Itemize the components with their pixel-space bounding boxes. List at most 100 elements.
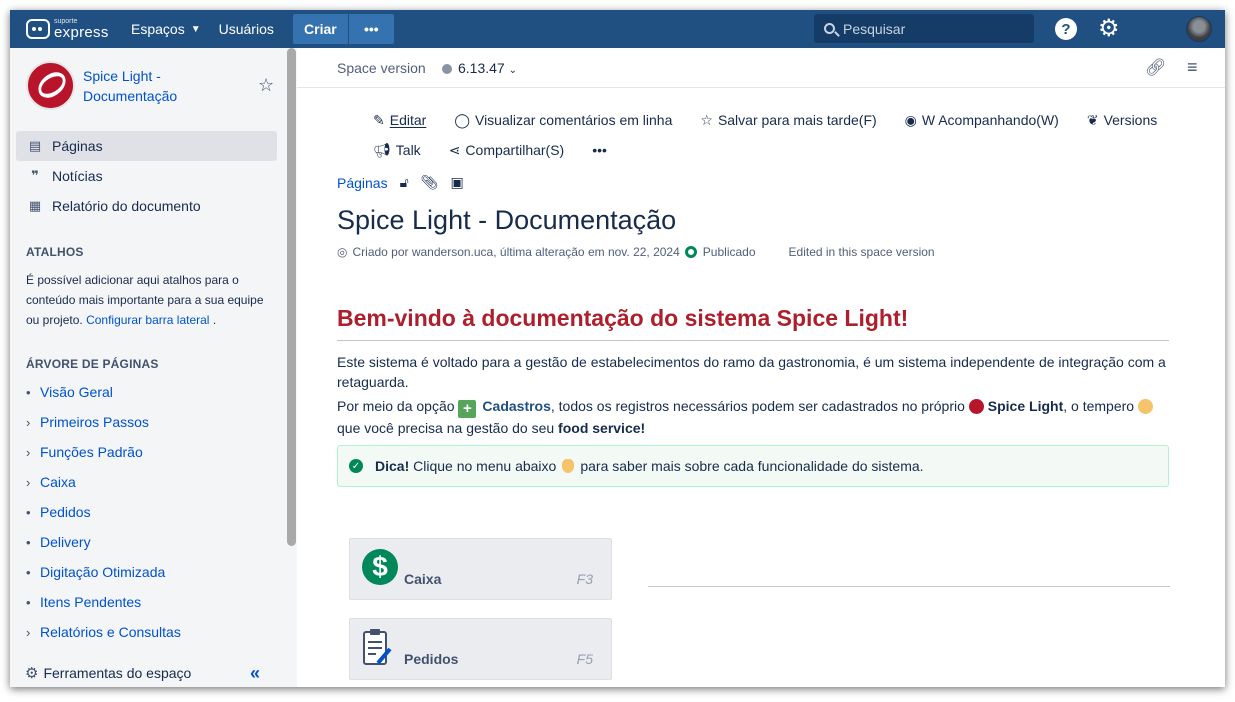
sidebar-item-pages[interactable]: ▤ Páginas bbox=[16, 131, 277, 161]
eye-icon: ◎ bbox=[337, 245, 348, 259]
more-actions-button[interactable]: ••• bbox=[592, 142, 607, 158]
gear-icon: ⚙ bbox=[25, 665, 39, 682]
create-more-button[interactable]: ••• bbox=[348, 14, 394, 44]
tree-item[interactable]: • Visão Geral bbox=[26, 377, 281, 407]
comment-icon: ◯ bbox=[454, 111, 470, 128]
search-icon bbox=[824, 23, 835, 34]
export-icon[interactable]: ▣ bbox=[450, 174, 463, 191]
report-icon: ▦ bbox=[28, 198, 42, 213]
page-metadata: ◎ Criado por wanderson.uca, última alter… bbox=[337, 245, 935, 259]
check-icon: ✓ bbox=[349, 459, 363, 473]
page-tree-title: ÁRVORE DE PÁGINAS bbox=[26, 357, 159, 371]
pointing-hand-icon bbox=[562, 459, 575, 473]
tree-item[interactable]: • Pedidos bbox=[26, 497, 281, 527]
sidebar-item-news[interactable]: ❞ Notícias bbox=[16, 161, 277, 191]
edited-version-text: Edited in this space version bbox=[788, 245, 935, 259]
save-later-button[interactable]: ☆ Salvar para mais tarde(F) bbox=[700, 112, 876, 129]
published-status-icon bbox=[684, 246, 697, 258]
dollar-icon: $ bbox=[362, 549, 398, 585]
unlock-icon[interactable]: 🔓︎ bbox=[400, 174, 409, 191]
chevron-right-icon[interactable]: › bbox=[26, 625, 40, 640]
created-by-text: Criado por wanderson.uca, última alteraç… bbox=[352, 245, 680, 259]
users-link[interactable]: Usuários bbox=[210, 10, 283, 48]
bullet-icon: • bbox=[26, 594, 31, 610]
logo-icon bbox=[26, 19, 50, 39]
published-status: Publicado bbox=[702, 245, 756, 259]
chevron-right-icon[interactable]: › bbox=[26, 445, 40, 460]
gear-icon[interactable]: ⚙ bbox=[1098, 15, 1120, 43]
welcome-heading: Bem-vindo à documentação do sistema Spic… bbox=[337, 305, 909, 331]
shortcuts-text: É possível adicionar aqui atalhos para o… bbox=[26, 273, 264, 327]
tree-item[interactable]: • Digitação Otimizada bbox=[26, 557, 281, 587]
share-icon: ⋖ bbox=[448, 141, 461, 158]
menu-icon[interactable]: ≡ bbox=[1187, 57, 1198, 78]
configure-sidebar-link[interactable]: Configurar barra lateral bbox=[86, 313, 209, 327]
smile-emoji-icon bbox=[1138, 399, 1154, 414]
caixa-card[interactable]: $ Caixa F3 bbox=[349, 538, 612, 600]
spice-logo-icon bbox=[968, 399, 984, 414]
sidebar-item-report[interactable]: ▦ Relatório do documento bbox=[16, 191, 277, 221]
version-selector[interactable]: 6.13.47 ⌄ bbox=[458, 60, 517, 76]
space-tools[interactable]: ⚙ Ferramentas do espaço « bbox=[10, 659, 297, 687]
bullet-icon: • bbox=[26, 384, 31, 400]
watching-button[interactable]: ◉ W Acompanhando(W) bbox=[905, 112, 1059, 129]
versions-button[interactable]: ❦ Versions bbox=[1087, 112, 1157, 129]
breadcrumb-pages-link[interactable]: Páginas bbox=[337, 175, 388, 191]
attachment-icon[interactable]: 📎︎ bbox=[421, 174, 439, 191]
star-icon[interactable]: ☆ bbox=[258, 75, 274, 96]
sidebar-scrollbar[interactable] bbox=[287, 48, 296, 546]
pencil-icon: ✎ bbox=[373, 111, 385, 128]
breadcrumb: Páginas 🔓︎ 📎︎ ▣ bbox=[337, 174, 476, 191]
divider bbox=[648, 586, 1170, 587]
eye-icon: ◉ bbox=[904, 111, 917, 128]
cadastros-paragraph: Por meio da opção + Cadastros, todos os r… bbox=[337, 396, 1177, 438]
talk-button[interactable]: 📢︎ Talk bbox=[373, 142, 421, 159]
tip-panel: ✓ Dica! Clique no menu abaixo para saber … bbox=[337, 445, 1169, 487]
divider bbox=[337, 340, 1169, 341]
sidebar: Spice Light - Documentação ☆ ▤ Páginas ❞… bbox=[10, 48, 297, 687]
space-name-link[interactable]: Spice Light - Documentação bbox=[83, 66, 203, 106]
page-tree: • Visão Geral › Primeiros Passos › Funções … bbox=[26, 377, 281, 647]
spaces-menu[interactable]: Espaços ▼ bbox=[122, 10, 210, 48]
tree-item[interactable]: › Funções Padrão bbox=[26, 437, 281, 467]
cadastros-link[interactable]: Cadastros bbox=[482, 398, 550, 414]
page-icon: ▤ bbox=[28, 138, 42, 153]
inline-comments-button[interactable]: ◯ Visualizar comentários em linha bbox=[454, 112, 672, 129]
bullet-icon: • bbox=[26, 504, 31, 520]
star-icon: ☆ bbox=[700, 111, 713, 128]
app-window: suporte express Espaços ▼ Usuários Criar… bbox=[10, 10, 1225, 687]
space-header: Spice Light - Documentação ☆ bbox=[26, 61, 276, 113]
logo-small-text: suporte bbox=[54, 18, 78, 25]
create-button[interactable]: Criar bbox=[292, 14, 348, 44]
tree-item[interactable]: › Primeiros Passos bbox=[26, 407, 281, 437]
space-logo-icon[interactable] bbox=[26, 61, 75, 110]
edit-button[interactable]: ✎ Editar bbox=[373, 112, 426, 129]
version-status-icon bbox=[442, 64, 452, 74]
top-navigation: suporte express Espaços ▼ Usuários Criar… bbox=[10, 10, 1225, 48]
tree-item[interactable]: • Itens Pendentes bbox=[26, 587, 281, 617]
tree-item[interactable]: › Relatórios e Consultas bbox=[26, 617, 281, 647]
bullet-icon: • bbox=[26, 564, 31, 580]
bullet-icon: • bbox=[26, 534, 31, 550]
avatar[interactable] bbox=[1186, 16, 1212, 42]
share-button[interactable]: ⋖ Compartilhar(S) bbox=[449, 142, 565, 159]
logo-big-text: express bbox=[54, 24, 109, 41]
space-tools-label: Ferramentas do espaço bbox=[43, 665, 192, 681]
chevron-right-icon[interactable]: › bbox=[26, 415, 40, 430]
help-icon[interactable]: ? bbox=[1055, 18, 1077, 40]
version-label: Space version bbox=[337, 60, 426, 76]
chevron-right-icon[interactable]: › bbox=[26, 475, 40, 490]
versions-icon: ❦ bbox=[1086, 111, 1099, 128]
quote-icon: ❞ bbox=[31, 168, 39, 183]
megaphone-icon: 📢︎ bbox=[373, 141, 391, 158]
app-logo[interactable]: suporte express bbox=[26, 18, 122, 40]
sidebar-nav: ▤ Páginas ❞ Notícias ▦ Relatório do docu… bbox=[16, 131, 277, 221]
link-icon[interactable]: 🔗︎ bbox=[1145, 58, 1167, 78]
tree-item[interactable]: › Caixa bbox=[26, 467, 281, 497]
tree-item[interactable]: • Delivery bbox=[26, 527, 281, 557]
main-content: Space version 6.13.47 ⌄ 🔗︎ ≡ ✎ Editar ◯ Vi… bbox=[297, 48, 1225, 687]
search-input[interactable]: Pesquisar bbox=[814, 14, 1034, 43]
collapse-sidebar-icon[interactable]: « bbox=[250, 663, 260, 684]
pedidos-card[interactable]: Pedidos F5 bbox=[349, 618, 612, 680]
clipboard-icon bbox=[363, 629, 392, 665]
